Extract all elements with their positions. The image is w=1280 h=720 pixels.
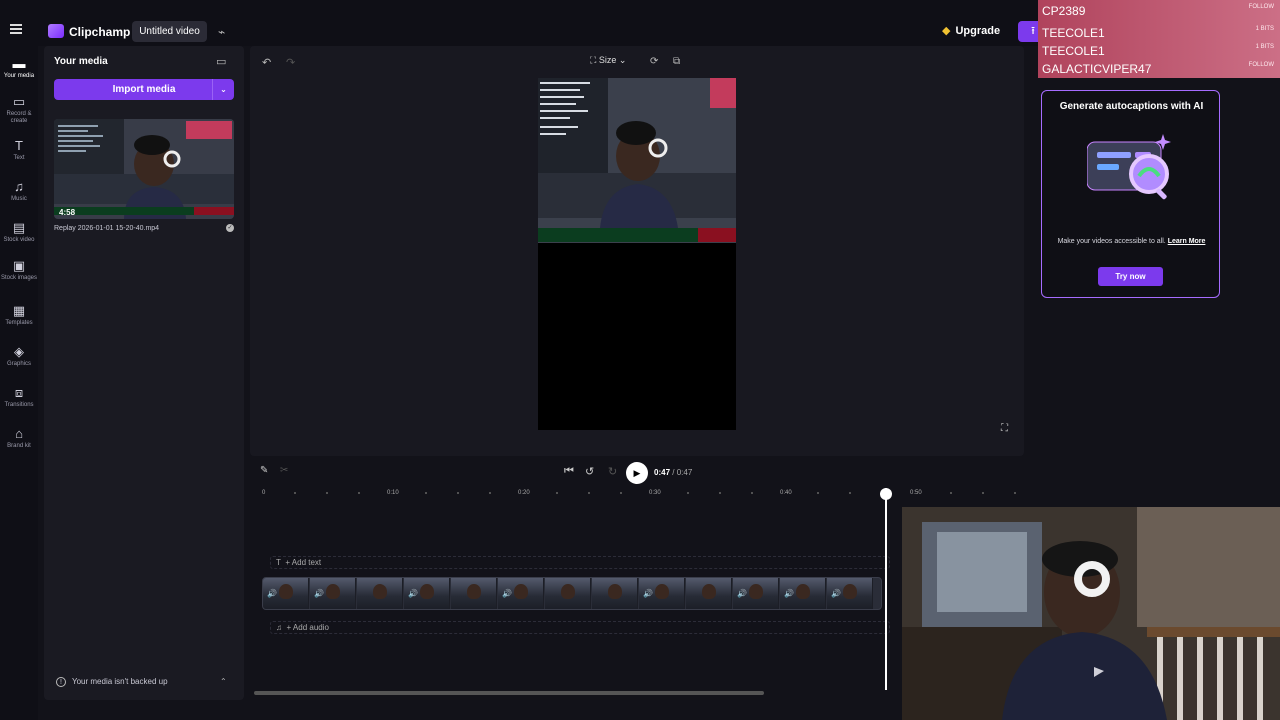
text-icon: T xyxy=(15,138,23,153)
add-text-track[interactable]: T + Add text xyxy=(270,556,890,569)
media-thumbnail[interactable] xyxy=(54,119,234,219)
chevron-down-icon[interactable]: ⌄ xyxy=(212,79,234,100)
undo-icon[interactable]: ↶ xyxy=(262,56,271,69)
tick-label: 0:10 xyxy=(387,490,399,496)
nav-stock-video[interactable]: ▤ Stock video xyxy=(0,220,38,244)
crop-icon: ⛶ xyxy=(590,55,597,65)
forward-icon[interactable]: ↻ xyxy=(608,465,617,478)
tick-label: 0:30 xyxy=(649,490,661,496)
media-filename: Replay 2026-01-01 15-20-40.mp4 xyxy=(54,225,160,232)
folder-icon: ▬ xyxy=(12,56,26,71)
menu-icon[interactable] xyxy=(10,24,22,34)
transition-icon: ⧈ xyxy=(14,385,24,400)
shapes-icon: ◈ xyxy=(14,344,24,359)
split-icon[interactable]: ✂ xyxy=(280,465,288,476)
promo-title: Generate autocaptions with AI xyxy=(1059,101,1204,112)
thumbnail-image xyxy=(54,119,234,219)
size-button[interactable]: ⛶ Size ⌄ xyxy=(590,55,626,66)
templates-icon: ▦ xyxy=(12,303,26,318)
chat-row: TEECOLE1 1 BITS xyxy=(1042,44,1274,58)
video-clip[interactable]: 🔊 🔊 🔊 🔊 🔊 🔊 🔊 🔊 xyxy=(262,577,882,610)
screenshot-icon[interactable]: ⧉ xyxy=(673,56,680,67)
panel-title: Your media xyxy=(54,56,108,67)
upload-icon: ⭱ xyxy=(1031,25,1035,37)
playhead[interactable] xyxy=(880,488,892,690)
redo-icon[interactable]: ↷ xyxy=(286,56,295,69)
tick-label: 0:40 xyxy=(780,490,792,496)
chat-row: GALACTICVIPER47 FOLLOW xyxy=(1042,62,1274,76)
camera-icon: ▭ xyxy=(12,94,26,109)
promo-text: Make your videos accessible to all. Lear… xyxy=(1057,238,1206,245)
image-icon: ▣ xyxy=(12,258,26,273)
skip-back-icon[interactable]: ⏮ xyxy=(564,465,574,478)
info-icon: ! xyxy=(56,677,66,687)
cloud-off-icon[interactable]: ⌁ xyxy=(218,25,225,39)
webcam-image xyxy=(902,507,1280,720)
timecode: 0:47 / 0:47 xyxy=(654,468,693,477)
music-icon: ♫ xyxy=(14,179,24,194)
left-sidebar: ▬ Your media ▭ Record & create T Text ♫ Musi… xyxy=(0,46,38,720)
nav-your-media[interactable]: ▬ Your media xyxy=(0,56,38,80)
backup-notice[interactable]: ! Your media isn't backed up xyxy=(56,677,168,687)
captions-illustration-icon xyxy=(1087,134,1171,200)
preview-frame xyxy=(538,78,736,430)
nav-brand-kit[interactable]: ⌂ Brand kit xyxy=(0,426,38,450)
learn-more-link[interactable]: Learn More xyxy=(1168,238,1206,245)
webcam-overlay xyxy=(902,507,1280,720)
nav-stock-images[interactable]: ▣ Stock images xyxy=(0,258,38,282)
check-icon: ✓ xyxy=(226,224,234,232)
chevron-up-icon[interactable]: ⌃ xyxy=(220,677,227,686)
film-icon: ▤ xyxy=(12,220,26,235)
clipchamp-logo xyxy=(48,24,64,38)
nav-templates[interactable]: ▦ Templates xyxy=(0,303,38,327)
music-note-icon: ♫ xyxy=(276,623,282,632)
rotate-icon[interactable]: ⟳ xyxy=(650,56,658,67)
timeline-scrollbar[interactable] xyxy=(254,691,764,695)
nav-record-create[interactable]: ▭ Record & create xyxy=(0,94,38,125)
chat-row: CP2389 FOLLOW xyxy=(1042,4,1274,18)
stream-chat-overlay: CP2389 FOLLOW TEECOLE1 1 BITS TEECOLE1 1 BI… xyxy=(1038,0,1280,78)
autocaptions-promo: Generate autocaptions with AI Make your … xyxy=(1041,90,1220,298)
nav-text[interactable]: T Text xyxy=(0,138,38,162)
text-icon: T xyxy=(276,558,281,567)
gem-icon: ◆ xyxy=(942,25,951,37)
tick-label: 0:20 xyxy=(518,490,530,496)
nav-graphics[interactable]: ◈ Graphics xyxy=(0,344,38,368)
import-media-button[interactable]: Import media ⌄ xyxy=(54,79,234,100)
tick-label: 0:50 xyxy=(910,490,922,496)
media-duration: 4:58 xyxy=(59,208,76,217)
play-button[interactable]: ▶ xyxy=(626,462,648,484)
preview-area: ↶ ↷ ⛶ Size ⌄ ⟳ ⧉ ⛶ xyxy=(250,46,1024,456)
video-preview[interactable] xyxy=(538,78,736,430)
collapse-panel-icon[interactable]: ▭ xyxy=(216,55,226,68)
upgrade-button[interactable]: ◆ Upgrade xyxy=(942,21,1012,42)
rewind-icon[interactable]: ↺ xyxy=(585,465,594,478)
brandkit-icon: ⌂ xyxy=(15,426,23,441)
app-name: Clipchamp xyxy=(69,25,131,39)
nav-music[interactable]: ♫ Music xyxy=(0,179,38,203)
magic-tool-icon[interactable]: ✎ xyxy=(260,465,268,476)
try-now-button[interactable]: Try now xyxy=(1098,267,1163,286)
chat-row: TEECOLE1 1 BITS xyxy=(1042,26,1274,40)
project-title[interactable]: Untitled video xyxy=(132,21,207,42)
nav-transitions[interactable]: ⧈ Transitions xyxy=(0,385,38,409)
tick-label: 0 xyxy=(262,490,266,496)
fullscreen-icon[interactable]: ⛶ xyxy=(1001,423,1008,434)
add-audio-track[interactable]: ♫ + Add audio xyxy=(270,621,890,634)
media-panel: Your media ▭ Import media ⌄ 4:58 Replay … xyxy=(44,46,244,700)
